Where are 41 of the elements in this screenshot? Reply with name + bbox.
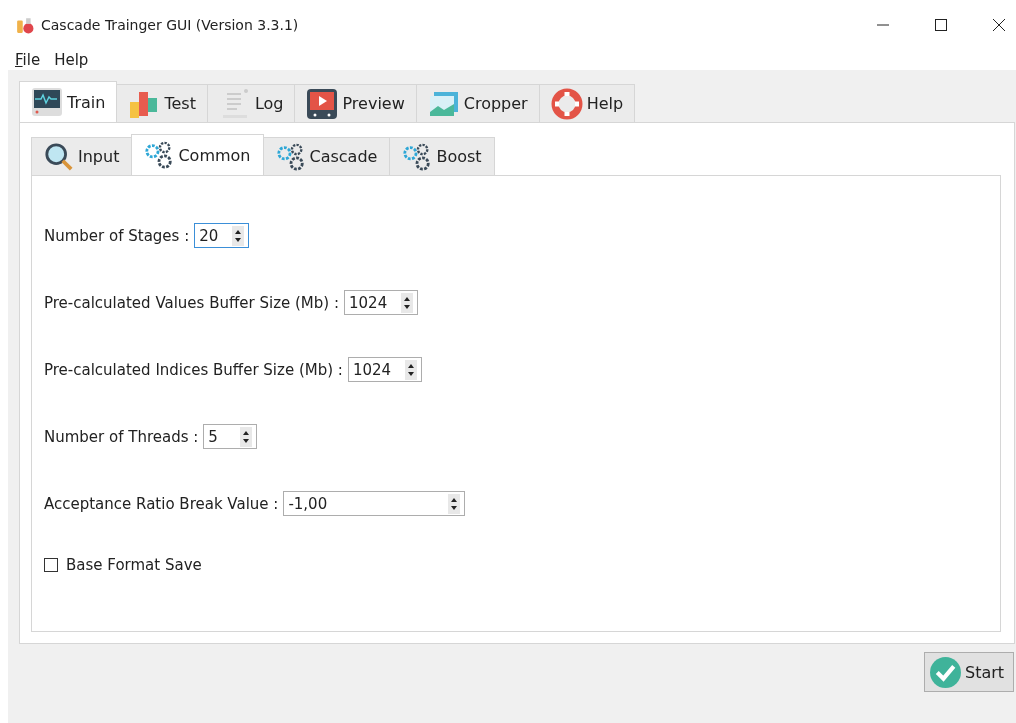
spin-box[interactable]: 1024 bbox=[344, 290, 419, 315]
spin-box[interactable]: 5 bbox=[203, 424, 258, 449]
menu-item[interactable]: Help bbox=[54, 51, 89, 69]
menu-item[interactable]: File bbox=[15, 51, 41, 69]
tab[interactable]: Input bbox=[31, 137, 133, 175]
spin-box[interactable]: 20 bbox=[194, 223, 250, 248]
field-label: Number of Stages : bbox=[44, 226, 190, 245]
checkbox[interactable] bbox=[44, 557, 58, 572]
spin-arrows-icon[interactable] bbox=[232, 225, 245, 246]
field-label: Pre-calculated Values Buffer Size (Mb) : bbox=[44, 293, 339, 312]
checkmark-icon bbox=[929, 655, 962, 689]
tab[interactable]: Boost bbox=[389, 137, 495, 175]
tab[interactable]: Log bbox=[206, 84, 296, 122]
spin-arrows-icon[interactable] bbox=[448, 493, 461, 514]
spin-arrows-icon[interactable] bbox=[405, 359, 418, 380]
spin-arrows-icon[interactable] bbox=[240, 426, 253, 447]
start-button[interactable]: Start bbox=[924, 652, 1014, 692]
tab[interactable]: Train bbox=[19, 81, 118, 122]
tab[interactable]: Cascade bbox=[262, 137, 391, 175]
spin-arrows-icon[interactable] bbox=[401, 292, 414, 313]
tab[interactable]: Help bbox=[538, 84, 636, 122]
monitor-icon bbox=[31, 86, 63, 118]
spin-box[interactable]: 1024 bbox=[347, 357, 423, 382]
maximize-icon[interactable] bbox=[934, 18, 948, 32]
lifebuoy-icon bbox=[550, 87, 583, 120]
window-title: Cascade Trainger GUI (Version 3.3.1) bbox=[41, 17, 299, 33]
tab[interactable]: Cropper bbox=[415, 84, 540, 122]
gears-icon bbox=[402, 141, 433, 172]
close-icon[interactable] bbox=[992, 18, 1006, 32]
gears-icon bbox=[275, 141, 306, 172]
tab[interactable]: Preview bbox=[294, 84, 417, 122]
field-label: Number of Threads : bbox=[44, 427, 199, 446]
gears-icon bbox=[144, 140, 175, 170]
field-label: Pre-calculated Indices Buffer Size (Mb) : bbox=[44, 360, 343, 379]
field-label: Acceptance Ratio Break Value : bbox=[44, 494, 279, 513]
magnifier-icon bbox=[44, 141, 74, 172]
tab[interactable]: Test bbox=[116, 84, 208, 122]
video-player-icon bbox=[306, 87, 339, 120]
checkbox-label: Base Format Save bbox=[66, 555, 202, 574]
spin-box[interactable]: -1,00 bbox=[283, 491, 466, 516]
app-icon bbox=[16, 16, 34, 34]
